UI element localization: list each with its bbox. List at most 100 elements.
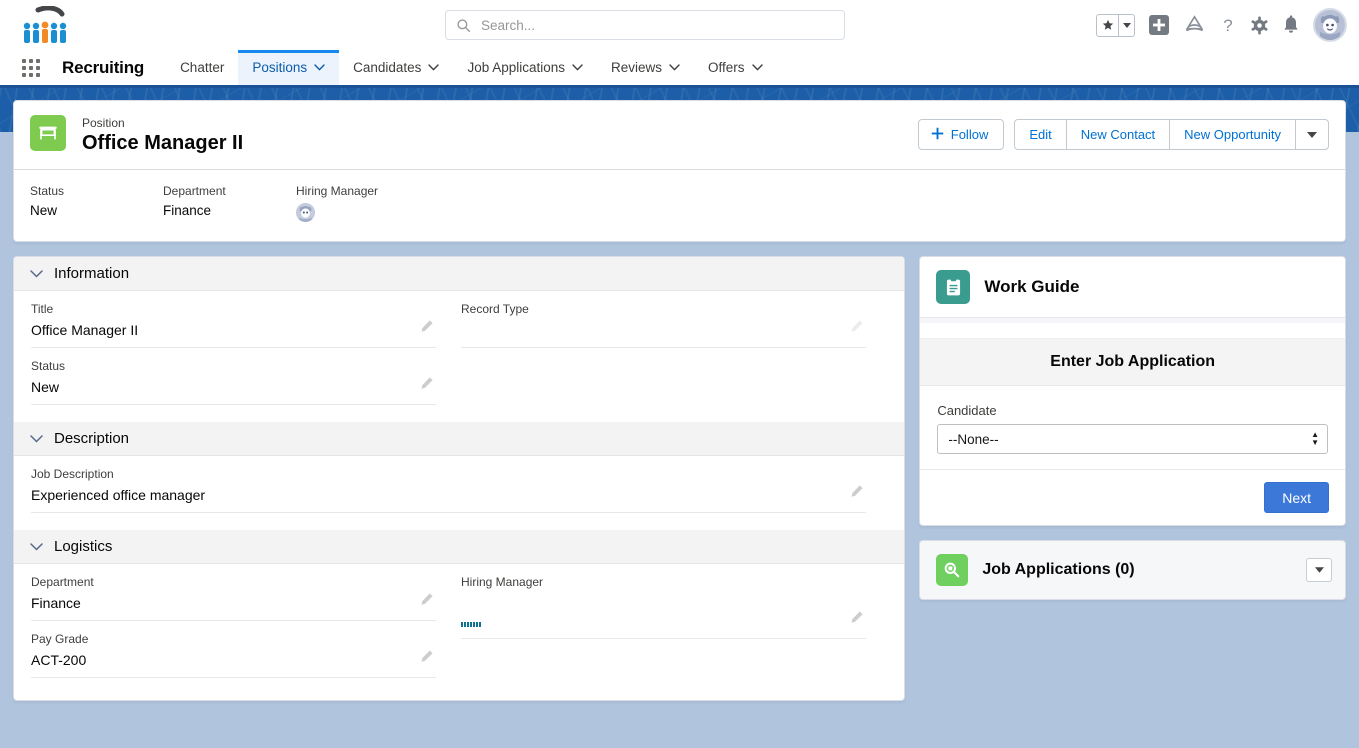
description-column: Job Description Experienced office manag… [31, 456, 866, 513]
search-icon [456, 18, 471, 33]
section-header-description[interactable]: Description [14, 422, 905, 456]
job-applications-icon [936, 554, 969, 586]
header-icon-tray: ? [1096, 0, 1347, 50]
section-header-logistics[interactable]: Logistics [14, 530, 905, 564]
work-guide-form: Candidate --None-- ▲ ▼ [920, 386, 1345, 470]
tab-candidates[interactable]: Candidates [339, 50, 453, 85]
app-launcher-icon[interactable] [22, 50, 48, 85]
tab-candidates-label: Candidates [353, 60, 422, 75]
chevron-down-icon[interactable] [30, 430, 43, 447]
edit-pencil-icon[interactable] [420, 376, 434, 395]
record-object-label: Position [82, 116, 125, 130]
field-label: Hiring Manager [461, 575, 544, 589]
setup-gear-icon[interactable] [1250, 15, 1269, 35]
field-value[interactable] [461, 592, 866, 614]
field-value: Finance [31, 595, 81, 611]
hiring-manager-avatar[interactable] [296, 203, 315, 222]
new-contact-button[interactable]: New Contact [1065, 119, 1170, 150]
field-value: ACT-200 [31, 652, 87, 668]
add-icon[interactable] [1148, 14, 1170, 36]
field-record-type: Record Type [461, 291, 866, 348]
help-icon[interactable]: ? [1219, 15, 1237, 35]
tab-reviews[interactable]: Reviews [597, 50, 694, 85]
hiring-manager-link-stub[interactable] [461, 622, 481, 627]
search-input[interactable]: Search... [445, 10, 845, 40]
app-navigation: Recruiting Chatter Positions Candidates … [0, 50, 1359, 88]
section-title: Logistics [54, 538, 113, 555]
user-avatar[interactable] [1313, 8, 1347, 42]
app-name[interactable]: Recruiting [62, 50, 144, 85]
record-highlights-panel: Position Office Manager II Follow Edit N… [13, 100, 1346, 242]
recruiting-logo[interactable] [18, 4, 70, 46]
position-object-icon [30, 115, 66, 151]
related-list-dropdown-icon[interactable] [1306, 558, 1332, 582]
section-title: Description [54, 430, 130, 447]
favorites-star-icon[interactable] [1096, 13, 1119, 37]
field-label: Title [31, 302, 54, 316]
tab-positions-label: Positions [252, 60, 308, 75]
work-guide-section-title: Enter Job Application [920, 339, 1345, 386]
job-applications-title: Job Applications (0) [982, 561, 1135, 578]
record-page: Position Office Manager II Follow Edit N… [0, 88, 1359, 748]
chevron-down-icon[interactable] [669, 64, 680, 71]
chevron-down-icon[interactable] [314, 64, 325, 71]
record-actions: Follow Edit New Contact New Opportunity [917, 115, 1329, 150]
chevron-down-icon[interactable] [572, 64, 583, 71]
global-search[interactable]: Search... [445, 10, 845, 40]
favorites-dropdown-icon[interactable] [1119, 13, 1135, 37]
favorites-control[interactable] [1096, 13, 1135, 37]
record-action-button-group: Edit New Contact New Opportunity [1014, 119, 1329, 150]
chevron-down-icon[interactable] [428, 64, 440, 71]
section-header-information[interactable]: Information [14, 257, 905, 291]
follow-button-label: Follow [950, 127, 989, 142]
chevron-down-icon[interactable] [30, 538, 43, 555]
select-spinner-icon[interactable]: ▲ ▼ [1311, 431, 1319, 447]
field-status: Status New [31, 348, 436, 405]
global-header: Search... ? [0, 0, 1359, 50]
follow-button[interactable]: Follow [917, 119, 1005, 150]
next-button[interactable]: Next [1264, 482, 1329, 513]
search-placeholder: Search... [481, 17, 536, 33]
edit-pencil-icon[interactable] [850, 610, 864, 629]
field-value: Office Manager II [31, 322, 139, 338]
information-left-column: Title Office Manager II Status New [31, 291, 436, 405]
chevron-down-icon[interactable] [751, 64, 763, 71]
tab-job-applications[interactable]: Job Applications [453, 50, 597, 85]
edit-pencil-icon[interactable] [420, 592, 434, 611]
job-applications-related-list[interactable]: Job Applications (0) [919, 540, 1346, 600]
highlight-label: Hiring Manager [296, 184, 379, 198]
edit-pencil-icon[interactable] [420, 319, 434, 338]
candidate-select[interactable]: --None-- ▲ ▼ [937, 424, 1328, 454]
more-actions-dropdown-icon[interactable] [1295, 119, 1329, 150]
page-title: Office Manager II [82, 132, 244, 154]
tab-chatter[interactable]: Chatter [166, 50, 238, 85]
tab-offers[interactable]: Offers [694, 50, 777, 85]
logistics-left-column: Department Finance Pay Grade ACT-200 [31, 564, 436, 678]
notifications-bell-icon[interactable] [1282, 15, 1300, 35]
highlight-field-status: Status New [30, 183, 163, 222]
new-opportunity-button[interactable]: New Opportunity [1169, 119, 1295, 150]
tab-positions[interactable]: Positions [238, 50, 340, 85]
edit-pencil-icon[interactable] [850, 484, 864, 503]
candidate-select-value: --None-- [948, 431, 999, 447]
nav-tab-list: Chatter Positions Candidates Job Applica… [166, 50, 776, 85]
edit-pencil-icon[interactable] [420, 649, 434, 668]
highlight-value: Finance [163, 203, 212, 218]
field-value: New [31, 379, 60, 395]
trailhead-icon[interactable] [1183, 15, 1206, 35]
highlight-label: Department [163, 184, 226, 198]
tab-offers-label: Offers [708, 60, 745, 75]
field-label: Job Description [31, 467, 114, 481]
field-job-description: Job Description Experienced office manag… [31, 456, 866, 513]
information-right-column: Record Type [461, 291, 866, 405]
section-title: Information [54, 265, 130, 282]
highlight-fields: Status New Department Finance Hiring Man… [14, 170, 1345, 241]
work-guide-panel: Work Guide Enter Job Application Candida… [919, 256, 1346, 526]
candidate-field-label: Candidate [937, 403, 997, 418]
edit-pencil-icon-disabled [850, 319, 864, 338]
edit-button[interactable]: Edit [1014, 119, 1066, 150]
logistics-right-column: Hiring Manager [461, 564, 866, 678]
highlight-value: New [30, 203, 58, 218]
field-department: Department Finance [31, 564, 436, 621]
chevron-down-icon[interactable] [30, 265, 43, 282]
